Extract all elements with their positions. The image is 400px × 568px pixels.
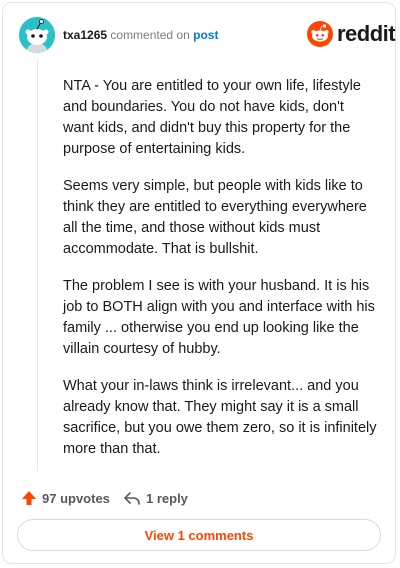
comment-card: txa1265 commented on post reddit NTA - Y… <box>2 2 396 564</box>
snoo-avatar-icon <box>19 17 55 53</box>
brand-wordmark: reddit <box>337 21 396 46</box>
action-text: commented on <box>110 28 190 42</box>
post-link[interactable]: post <box>193 28 218 42</box>
upvote-arrow-icon <box>22 491 36 505</box>
thread-line <box>37 59 38 471</box>
upvote-button[interactable]: 97 upvotes <box>21 487 110 509</box>
reddit-brand[interactable]: reddit <box>307 19 396 49</box>
user-avatar[interactable] <box>19 17 55 53</box>
reply-arrow-icon <box>124 492 140 505</box>
comment-meta: txa1265 commented on post <box>63 27 218 43</box>
comment-paragraph: NTA - You are entitled to your own life,… <box>63 78 361 157</box>
reddit-logo-icon <box>307 21 333 47</box>
comment-header: txa1265 commented on post reddit <box>19 17 396 57</box>
upvote-count: 97 upvotes <box>42 490 110 506</box>
comment-actions: 97 upvotes 1 reply <box>21 487 381 509</box>
reply-count: 1 reply <box>146 490 188 506</box>
view-comments-button[interactable]: View 1 comments <box>17 519 381 551</box>
comment-paragraph: What your in-laws think is irrelevant...… <box>63 378 377 457</box>
username-link[interactable]: txa1265 <box>63 28 107 42</box>
reply-button[interactable]: 1 reply <box>123 487 188 509</box>
comment-paragraph: The problem I see is with your husband. … <box>63 278 375 357</box>
comment-body: NTA - You are entitled to your own life,… <box>63 76 377 476</box>
comment-paragraph: Seems very simple, but people with kids … <box>63 178 367 257</box>
